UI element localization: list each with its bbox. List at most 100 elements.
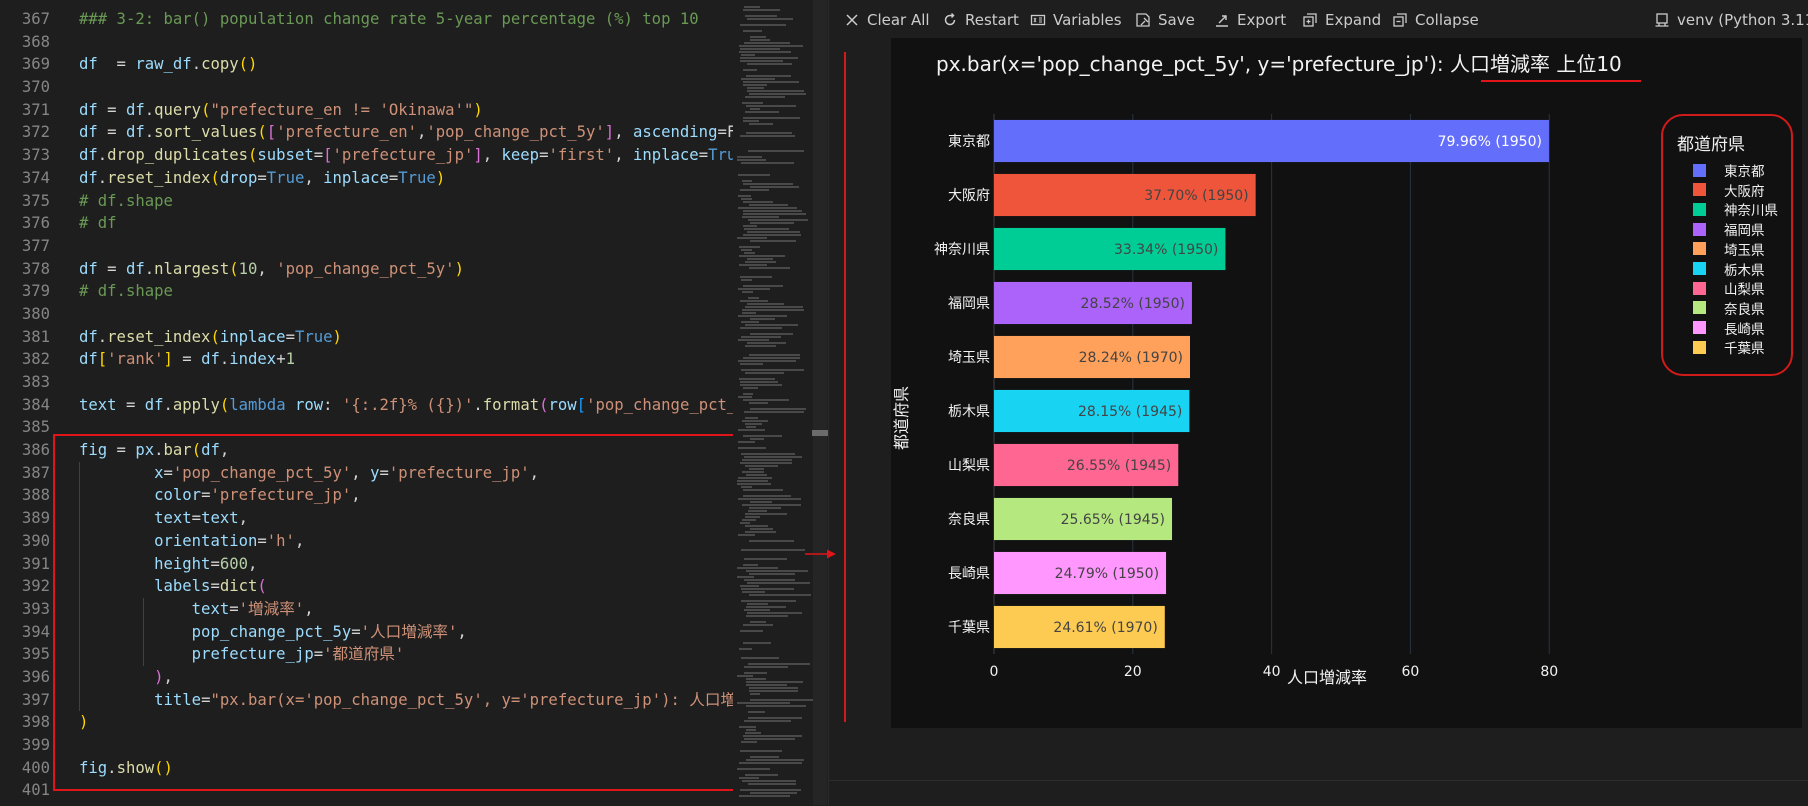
y-tick-label: 埼玉県 <box>948 350 990 366</box>
legend-item[interactable]: 埼玉県 <box>1693 239 1765 259</box>
minimap-line <box>749 507 781 509</box>
minimap-line <box>749 123 773 125</box>
editor-scrollbar[interactable] <box>813 0 827 805</box>
restart-button[interactable]: Restart <box>942 9 1019 31</box>
code-line[interactable]: 380 <box>0 303 735 326</box>
variables-button[interactable]: Variables <box>1030 9 1122 31</box>
export-button[interactable]: Export <box>1214 9 1286 31</box>
legend-item[interactable]: 千葉県 <box>1693 337 1765 357</box>
code-line[interactable]: 393 text='増減率', <box>0 597 735 621</box>
code-line[interactable]: 374 df.reset_index(drop=True, inplace=Tru… <box>0 167 735 190</box>
code-token: . <box>97 327 108 346</box>
code-line[interactable]: 401 <box>0 779 735 802</box>
code-line[interactable]: 387 x='pop_change_pct_5y', y='prefecture… <box>0 461 735 485</box>
code-line[interactable]: 371 df = df.query("prefecture_en != 'Okin… <box>0 99 735 122</box>
minimap-line <box>743 69 757 71</box>
code-line[interactable]: 381 df.reset_index(inplace=True) <box>0 326 735 349</box>
code-line[interactable]: 392 labels=dict( <box>0 575 735 598</box>
kernel-picker[interactable]: venv (Python 3.11.1 <box>1654 9 1808 31</box>
code-line[interactable]: 386 fig = px.bar(df, <box>0 439 735 462</box>
code-line[interactable]: 367 ### 3-2: bar() population change rate… <box>0 8 735 31</box>
indent-guide <box>79 597 80 621</box>
code-line[interactable]: 383 <box>0 371 735 394</box>
code-line[interactable]: 398) <box>0 711 735 734</box>
code-token: df <box>201 441 220 460</box>
code-line[interactable]: 370 <box>0 76 735 99</box>
code-line[interactable]: 376 # df <box>0 212 735 235</box>
code-line[interactable]: 384 text = df.apply(lambda row: '{:.2f}% … <box>0 394 735 417</box>
indent-guide <box>143 643 144 666</box>
code-token: ) <box>435 168 446 187</box>
legend-item[interactable]: 長崎県 <box>1693 318 1765 338</box>
legend-item[interactable]: 東京都 <box>1693 160 1765 180</box>
legend-item[interactable]: 大阪府 <box>1693 180 1765 200</box>
code-line[interactable]: 399 <box>0 734 735 757</box>
legend-title: 都道府県 <box>1677 135 1745 155</box>
code-lines[interactable]: 367 ### 3-2: bar() population change rate… <box>0 8 735 802</box>
minimap-line <box>747 258 773 260</box>
plotly-figure[interactable]: 0 20 40 60 80 79.96% (1950) 東京都 37.70% (1950) 大阪… <box>891 38 1802 728</box>
code-line[interactable]: 368 <box>0 31 735 54</box>
minimap-line <box>745 513 787 515</box>
minimap-line <box>749 573 795 575</box>
code-line[interactable]: 390 orientation='h', <box>0 529 735 553</box>
code-line[interactable]: 388 color='prefecture_jp', <box>0 484 735 508</box>
code-line[interactable]: 379 # df.shape <box>0 280 735 303</box>
code-token: = <box>698 146 709 165</box>
legend-item[interactable]: 福岡県 <box>1693 219 1765 239</box>
code-line[interactable]: 382 df['rank'] = df.index+1 <box>0 348 735 371</box>
code-line[interactable]: 394 pop_change_pct_5y='人口増減率', <box>0 620 735 644</box>
y-tick-label: 山梨県 <box>948 458 990 474</box>
code-token: , <box>482 146 502 165</box>
code-token: '人口増減率' <box>360 622 458 641</box>
code-token: = <box>210 577 220 596</box>
bar-data-label: 25.65% (1945) <box>1061 512 1165 528</box>
clear-all-button[interactable]: Clear All <box>844 9 930 31</box>
minimap-line <box>741 162 794 164</box>
code-line[interactable]: 391 height=600, <box>0 552 735 576</box>
code-editor[interactable]: 367 ### 3-2: bar() population change rate… <box>0 0 735 805</box>
legend-label: 大阪府 <box>1724 183 1765 200</box>
code-line[interactable]: 397 title="px.bar(x='pop_change_pct_5y',… <box>0 688 735 712</box>
minimap-line <box>746 474 767 476</box>
line-source: # df <box>79 212 117 235</box>
minimap-line <box>737 159 766 161</box>
minimap-line <box>743 435 782 437</box>
minimap-line <box>744 6 760 8</box>
code-token: 'prefecture_jp' <box>332 146 474 165</box>
code-line[interactable]: 375 # df.shape <box>0 190 735 213</box>
minimap-line <box>737 567 778 569</box>
code-line[interactable]: 395 prefecture_jp='都道府県' <box>0 643 735 666</box>
code-line[interactable]: 396 ), <box>0 665 735 689</box>
code-token: px <box>135 441 155 460</box>
minimap-line <box>743 213 806 215</box>
line-source: df['rank'] = df.index+1 <box>79 348 295 371</box>
code-token: , <box>238 509 249 528</box>
code-line[interactable]: 389 text=text, <box>0 507 735 530</box>
chart-legend[interactable]: 都道府県 東京都大阪府 神奈川県 福岡県 埼玉県 栃木県 山梨県 奈良県 長崎県 千葉県 <box>1661 114 1793 376</box>
minimap-line <box>745 774 778 776</box>
code-line[interactable]: 385 <box>0 416 735 439</box>
legend-item[interactable]: 神奈川県 <box>1693 199 1778 219</box>
code-line[interactable]: 372 df = df.sort_values(['prefecture_en',… <box>0 121 735 144</box>
legend-item[interactable]: 栃木県 <box>1693 259 1765 279</box>
minimap-line <box>738 207 797 209</box>
legend-item[interactable]: 山梨県 <box>1693 278 1765 298</box>
minimap-line <box>747 603 768 605</box>
code-line[interactable]: 373 df.drop_duplicates(subset=['prefectur… <box>0 144 735 167</box>
code-line[interactable]: 378 df = df.nlargest(10, 'pop_change_pct_… <box>0 258 735 281</box>
minimap-line <box>742 591 765 593</box>
legend-item[interactable]: 奈良県 <box>1693 298 1765 318</box>
code-token: , <box>248 554 258 573</box>
line-source: color='prefecture_jp', <box>79 484 361 507</box>
code-line[interactable]: 369 df = raw_df.copy() <box>0 53 735 76</box>
panel-input-area[interactable] <box>829 780 1808 806</box>
scrollbar-thumb[interactable] <box>812 430 828 436</box>
save-button[interactable]: Save <box>1135 9 1195 31</box>
code-line[interactable]: 400 fig.show() <box>0 757 735 780</box>
collapse-button[interactable]: Collapse <box>1392 9 1479 31</box>
expand-button[interactable]: Expand <box>1302 9 1381 31</box>
minimap[interactable] <box>733 0 813 805</box>
code-line[interactable]: 377 <box>0 235 735 258</box>
